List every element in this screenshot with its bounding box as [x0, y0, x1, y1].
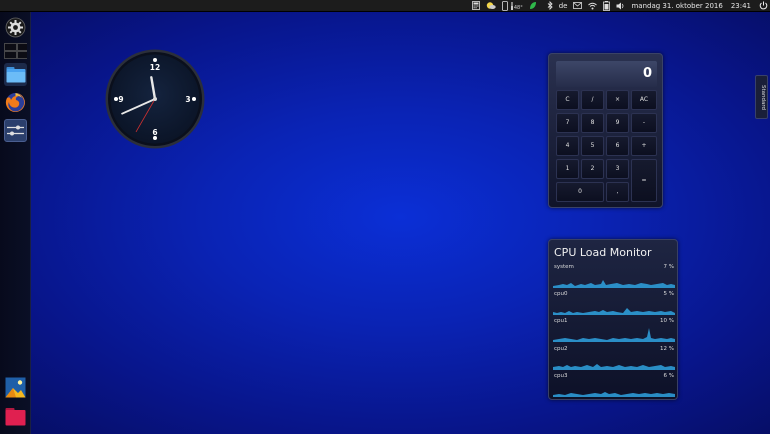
- clock-label-6: 6: [152, 128, 157, 137]
- calc-clear-button[interactable]: C: [556, 90, 579, 110]
- cpu-row-label: cpu0: [554, 291, 568, 297]
- calculator-icon: [471, 1, 480, 10]
- calc-1-button[interactable]: 1: [556, 159, 579, 179]
- volume-icon: [616, 2, 624, 9]
- cpu-graph-cpu2: [553, 364, 675, 370]
- bluetooth-icon: [547, 1, 553, 10]
- keyboard-layout-text: de: [558, 1, 568, 10]
- session-indicator[interactable]: [759, 0, 768, 12]
- temperature-text: 48°: [513, 5, 523, 11]
- clock-face: 12 3 6 9: [105, 49, 205, 149]
- files-icon: [6, 67, 25, 83]
- cpu-row-cpu1: cpu1 10 %: [553, 318, 675, 344]
- folder-red-icon: [5, 408, 26, 426]
- weather-indicator[interactable]: [486, 0, 496, 12]
- cpu-row-label: cpu1: [554, 318, 568, 324]
- launcher-settings[interactable]: [4, 16, 27, 39]
- clock-dot-9: [114, 97, 118, 101]
- calc-0-button[interactable]: 0: [556, 182, 604, 202]
- top-panel: 48° de mandag 31. oktober 2016 23:41: [0, 0, 770, 12]
- volume-indicator[interactable]: [616, 0, 625, 12]
- calc-all-clear-button[interactable]: AC: [631, 90, 657, 110]
- clock-label-3: 3: [185, 95, 190, 104]
- analog-clock-widget[interactable]: 12 3 6 9: [104, 48, 206, 150]
- calculator-widget: 0 C / × AC 7 8 9 - 4 5 6 + 1 2 3 = 0 ,: [548, 53, 663, 208]
- phone-icon: [501, 0, 508, 11]
- cpu-row-label: system: [554, 264, 574, 270]
- calc-minus-button[interactable]: -: [631, 113, 657, 133]
- battery-indicator[interactable]: [603, 0, 611, 12]
- calculator-display: 0: [556, 61, 657, 87]
- cpu-row-value: 10 %: [660, 318, 674, 324]
- weather-icon: [486, 2, 496, 9]
- calc-equals-button[interactable]: =: [631, 159, 657, 202]
- calc-3-button[interactable]: 3: [606, 159, 629, 179]
- battery-icon: [603, 0, 611, 11]
- cpu-row-cpu2: cpu2 12 %: [553, 346, 675, 372]
- clock-label-9: 9: [118, 95, 123, 104]
- cpu-monitor-title: CPU Load Monitor: [554, 246, 652, 259]
- cpu-load-monitor-widget: CPU Load Monitor system 7 % cpu0 5 % cpu…: [548, 239, 678, 400]
- temperature-indicator[interactable]: 48°: [510, 0, 523, 12]
- leaf-icon: [529, 2, 536, 9]
- launcher-folder[interactable]: [4, 405, 27, 428]
- calc-divide-button[interactable]: /: [581, 90, 604, 110]
- cpu-row-label: cpu2: [554, 346, 568, 352]
- cpu-graph-cpu0: [553, 308, 675, 315]
- cpu-graph-cpu3: [553, 392, 675, 397]
- standard-side-tab-label: Standard: [760, 85, 766, 111]
- calc-6-button[interactable]: 6: [606, 136, 629, 156]
- settings-icon: [5, 17, 26, 38]
- cpu-row-value: 7 %: [663, 264, 674, 270]
- calc-8-button[interactable]: 8: [581, 113, 604, 133]
- cpu-row-system: system 7 %: [553, 264, 675, 290]
- cpu-row-value: 6 %: [663, 373, 674, 379]
- datetime-indicator[interactable]: mandag 31. oktober 2016 23:41: [631, 0, 751, 12]
- launcher-workspaces[interactable]: [4, 42, 27, 60]
- mail-icon: [573, 2, 583, 9]
- cpu-row-cpu0: cpu0 5 %: [553, 291, 675, 317]
- cpu-row-value: 5 %: [663, 291, 674, 297]
- firefox-icon: [5, 93, 25, 112]
- calc-plus-button[interactable]: +: [631, 136, 657, 156]
- calc-multiply-button[interactable]: ×: [606, 90, 629, 110]
- clock-dot-12: [153, 58, 157, 62]
- launcher-switcher[interactable]: [4, 119, 27, 142]
- clock-label-12: 12: [150, 63, 160, 72]
- workspaces-icon: [4, 43, 27, 59]
- launcher-image-viewer[interactable]: [4, 376, 27, 399]
- phone-indicator[interactable]: [501, 0, 508, 12]
- calc-decimal-button[interactable]: ,: [606, 182, 629, 202]
- launcher-files[interactable]: [4, 63, 27, 86]
- calc-5-button[interactable]: 5: [581, 136, 604, 156]
- image-viewer-icon: [5, 377, 26, 398]
- bluetooth-indicator[interactable]: [547, 0, 553, 12]
- cpu-graph-cpu1: [553, 328, 675, 342]
- calc-9-button[interactable]: 9: [606, 113, 629, 133]
- date-text: mandag 31. oktober 2016: [631, 1, 723, 10]
- time-text: 23:41: [730, 1, 751, 10]
- clock-center-pin: [153, 97, 157, 101]
- calc-4-button[interactable]: 4: [556, 136, 579, 156]
- power-icon: [759, 1, 768, 10]
- calc-2-button[interactable]: 2: [581, 159, 604, 179]
- cpu-graph-system: [553, 280, 675, 288]
- leaf-indicator[interactable]: [529, 0, 537, 12]
- mail-indicator[interactable]: [573, 0, 583, 12]
- keyboard-layout-indicator[interactable]: de: [559, 0, 568, 12]
- calc-7-button[interactable]: 7: [556, 113, 579, 133]
- calculator-indicator[interactable]: [471, 0, 480, 12]
- network-indicator[interactable]: [588, 0, 598, 12]
- network-wifi-icon: [588, 2, 598, 9]
- clock-dot-3: [192, 97, 196, 101]
- cpu-row-label: cpu3: [554, 373, 568, 379]
- switcher-icon: [7, 125, 24, 136]
- launcher: [0, 12, 31, 434]
- cpu-row-value: 12 %: [660, 346, 674, 352]
- launcher-firefox[interactable]: [4, 91, 27, 114]
- cpu-row-cpu3: cpu3 6 %: [553, 373, 675, 399]
